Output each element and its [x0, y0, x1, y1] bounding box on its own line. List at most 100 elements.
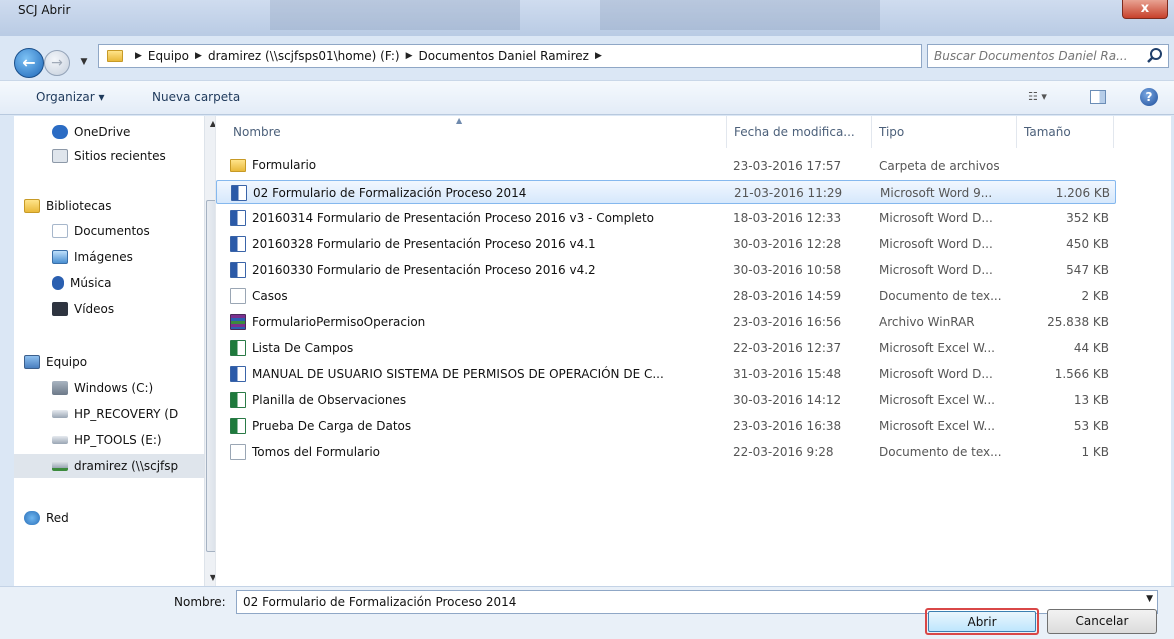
file-name: Planilla de Observaciones	[252, 393, 407, 407]
file-type: Microsoft Word D...	[879, 211, 993, 225]
column-header-size[interactable]: Tamaño	[1024, 125, 1071, 139]
chevron-down-icon[interactable]: ▼	[1146, 594, 1153, 604]
search-icon[interactable]	[1146, 47, 1164, 65]
file-size: 25.838 KB	[1047, 315, 1109, 329]
breadcrumb: ▶ Equipo ▶ dramirez (\\scjfsps01\home) (…	[129, 49, 608, 63]
column-header-name[interactable]: Nombre	[233, 125, 281, 139]
sidebar-item-label: Música	[70, 276, 112, 290]
file-name: 20160328 Formulario de Presentación Proc…	[252, 237, 596, 251]
open-file-dialog: SCJ Abrir x ← → ▼ ▶ Equipo ▶ dramirez (\…	[0, 0, 1174, 639]
word-doc-icon	[230, 262, 246, 278]
breadcrumb-arrow-icon[interactable]: ▶	[195, 51, 202, 61]
change-view-button[interactable]: ☷ ▾	[1028, 90, 1047, 103]
breadcrumb-documents[interactable]: Documentos Daniel Ramirez	[418, 49, 588, 63]
file-size: 1.566 KB	[1054, 367, 1109, 381]
breadcrumb-equipo[interactable]: Equipo	[148, 49, 189, 63]
file-name: 02 Formulario de Formalización Proceso 2…	[253, 186, 527, 200]
window-title: SCJ Abrir	[18, 3, 71, 17]
file-date: 28-03-2016 14:59	[733, 289, 842, 303]
documents-icon	[52, 224, 68, 238]
column-divider[interactable]	[871, 116, 872, 148]
excel-icon	[230, 340, 246, 356]
file-list: ▲ Nombre Fecha de modifica... Tipo Tamañ…	[215, 116, 1171, 586]
new-folder-button[interactable]: Nueva carpeta	[152, 90, 240, 104]
back-button[interactable]: ←	[14, 48, 44, 78]
sidebar-item-label: Windows (C:)	[74, 381, 154, 395]
cancel-button[interactable]: Cancelar	[1047, 609, 1157, 634]
file-size: 2 KB	[1081, 289, 1109, 303]
search-box[interactable]	[927, 44, 1169, 68]
file-date: 30-03-2016 12:28	[733, 237, 842, 251]
winrar-icon	[230, 314, 246, 330]
close-button[interactable]: x	[1122, 0, 1168, 19]
file-type: Microsoft Word D...	[879, 263, 993, 277]
sidebar-item-label: Vídeos	[74, 302, 115, 316]
title-bar[interactable]: SCJ Abrir x	[0, 0, 1174, 36]
file-row[interactable]: Prueba De Carga de Datos 23-03-2016 16:3…	[216, 414, 1116, 438]
breadcrumb-drive[interactable]: dramirez (\\scjfsps01\home) (F:)	[208, 49, 400, 63]
file-date: 30-03-2016 14:12	[733, 393, 842, 407]
sidebar-item-label: Documentos	[74, 224, 150, 238]
sidebar-item-network-drive[interactable]: dramirez (\\scjfsp	[14, 454, 204, 478]
file-name: Formulario	[252, 158, 317, 172]
file-name: 20160330 Formulario de Presentación Proc…	[252, 263, 596, 277]
drive-icon	[52, 436, 68, 444]
organize-button[interactable]: Organizar ▾	[36, 90, 105, 104]
help-icon[interactable]: ?	[1140, 88, 1158, 106]
file-type: Carpeta de archivos	[879, 159, 1000, 173]
file-date: 22-03-2016 9:28	[733, 445, 834, 459]
sidebar-item-computer[interactable]: Equipo	[24, 350, 214, 374]
file-row[interactable]: 20160330 Formulario de Presentación Proc…	[216, 258, 1116, 282]
file-row[interactable]: 20160328 Formulario de Presentación Proc…	[216, 232, 1116, 256]
file-name: MANUAL DE USUARIO SISTEMA DE PERMISOS DE…	[252, 367, 664, 381]
sidebar-item-label: Imágenes	[74, 250, 133, 264]
file-row[interactable]: Formulario 23-03-2016 17:57 Carpeta de a…	[216, 154, 1116, 178]
column-divider[interactable]	[1016, 116, 1017, 148]
file-date: 23-03-2016 16:56	[733, 315, 842, 329]
breadcrumb-arrow-icon[interactable]: ▶	[135, 51, 142, 61]
sidebar-item-libraries[interactable]: Bibliotecas	[24, 194, 214, 218]
file-type: Microsoft Word D...	[879, 237, 993, 251]
sidebar-item-network[interactable]: Red	[24, 506, 214, 530]
preview-pane-icon[interactable]	[1090, 90, 1106, 104]
column-header-date[interactable]: Fecha de modifica...	[734, 125, 855, 139]
file-row[interactable]: 20160314 Formulario de Presentación Proc…	[216, 206, 1116, 230]
file-size: 1.206 KB	[1055, 186, 1110, 200]
drive-icon	[52, 381, 68, 395]
column-header-type[interactable]: Tipo	[879, 125, 904, 139]
word-doc-icon	[231, 185, 247, 201]
file-size: 352 KB	[1066, 211, 1109, 225]
open-button[interactable]: Abrir	[925, 608, 1039, 635]
recent-pages-dropdown[interactable]: ▼	[72, 51, 96, 73]
file-size: 13 KB	[1073, 393, 1109, 407]
address-bar[interactable]: ▶ Equipo ▶ dramirez (\\scjfsps01\home) (…	[98, 44, 1012, 68]
file-row[interactable]: Tomos del Formulario 22-03-2016 9:28 Doc…	[216, 440, 1116, 464]
background-window-ghost	[270, 0, 520, 30]
file-row[interactable]: Casos 28-03-2016 14:59 Documento de tex.…	[216, 284, 1116, 308]
file-name: FormularioPermisoOperacion	[252, 315, 426, 329]
column-divider[interactable]	[726, 116, 727, 148]
text-file-icon	[230, 444, 246, 460]
file-size: 547 KB	[1066, 263, 1109, 277]
breadcrumb-arrow-icon[interactable]: ▶	[406, 51, 413, 61]
file-row[interactable]: Planilla de Observaciones 30-03-2016 14:…	[216, 388, 1116, 412]
file-date: 22-03-2016 12:37	[733, 341, 842, 355]
cloud-icon	[52, 125, 68, 139]
column-divider[interactable]	[1113, 116, 1114, 148]
excel-icon	[230, 418, 246, 434]
file-row[interactable]: 02 Formulario de Formalización Proceso 2…	[216, 180, 1116, 204]
file-row[interactable]: Lista De Campos 22-03-2016 12:37 Microso…	[216, 336, 1116, 360]
file-row[interactable]: FormularioPermisoOperacion 23-03-2016 16…	[216, 310, 1116, 334]
word-doc-icon	[230, 210, 246, 226]
sidebar-item-label: Equipo	[46, 355, 88, 369]
file-date: 18-03-2016 12:33	[733, 211, 842, 225]
file-type: Microsoft Excel W...	[879, 393, 995, 407]
excel-icon	[230, 392, 246, 408]
file-date: 21-03-2016 11:29	[734, 186, 843, 200]
file-type: Documento de tex...	[879, 445, 1002, 459]
file-row[interactable]: MANUAL DE USUARIO SISTEMA DE PERMISOS DE…	[216, 362, 1116, 386]
sidebar-item-label: HP_RECOVERY (D	[74, 407, 179, 421]
breadcrumb-arrow-icon[interactable]: ▶	[595, 51, 602, 61]
forward-button[interactable]: →	[44, 50, 70, 76]
search-input[interactable]	[928, 45, 1138, 67]
